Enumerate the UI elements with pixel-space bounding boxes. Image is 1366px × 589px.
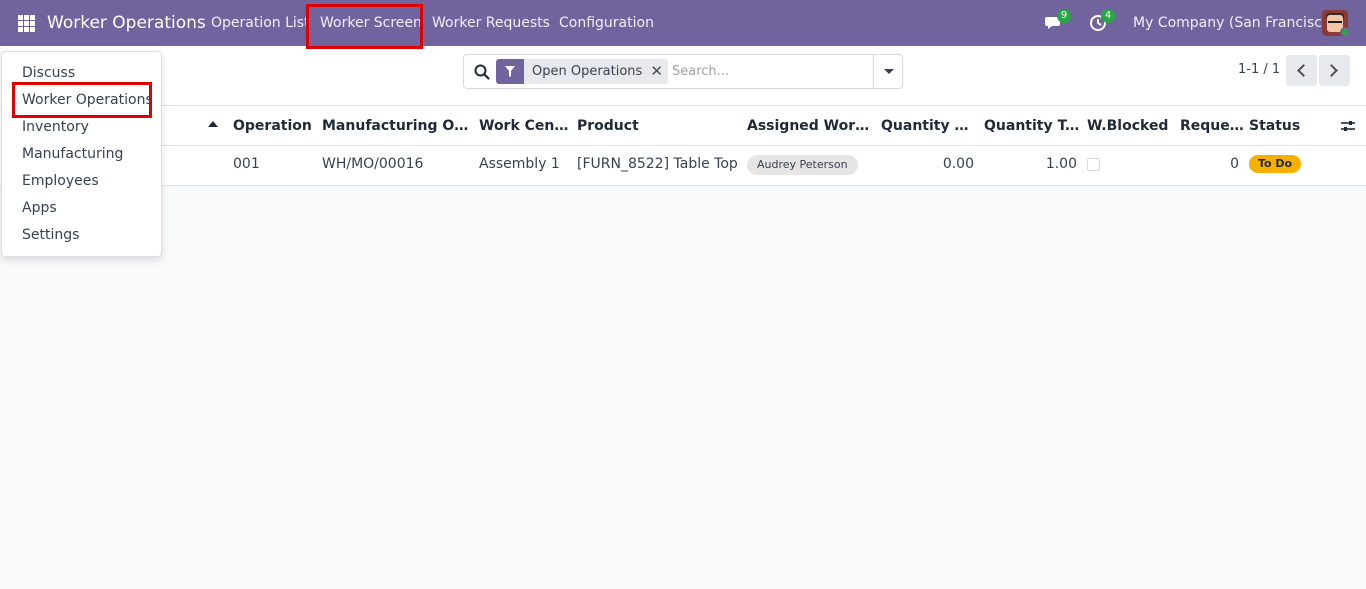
pager-value[interactable]: 1-1 / 1 — [1238, 62, 1280, 77]
facet-remove-icon[interactable]: ✕ — [650, 59, 668, 84]
assigned-worker-tag: Audrey Peterson — [747, 155, 858, 175]
facet-label: Open Operations — [532, 64, 643, 79]
cell-product: [FURN_8522] Table Top — [577, 156, 738, 172]
chevron-left-icon — [1297, 64, 1310, 77]
column-quantity-to-do[interactable]: Quantity To ... — [984, 106, 1082, 146]
pager-next-button[interactable] — [1319, 55, 1350, 86]
dropdown-item-settings[interactable]: Settings — [22, 225, 79, 245]
column-assigned-workers[interactable]: Assigned Workers — [747, 106, 877, 146]
column-work-center[interactable]: Work Center — [479, 106, 574, 146]
messages-icon[interactable]: 9 — [1045, 9, 1071, 33]
dropdown-item-inventory[interactable]: Inventory — [22, 117, 89, 137]
app-brand[interactable]: Worker Operations — [47, 0, 206, 46]
search-input[interactable] — [672, 59, 872, 84]
messages-badge: 9 — [1057, 9, 1071, 23]
activities-icon[interactable]: 4 — [1089, 9, 1115, 33]
pager-previous-button[interactable] — [1286, 55, 1317, 86]
dropdown-item-apps[interactable]: Apps — [22, 198, 57, 218]
cell-work-center: Assembly 1 — [479, 156, 560, 172]
cell-operation: 001 — [233, 156, 260, 172]
dropdown-item-manufacturing[interactable]: Manufacturing — [22, 144, 123, 164]
online-status-icon — [1340, 27, 1350, 37]
column-product[interactable]: Product — [577, 106, 742, 146]
column-status[interactable]: Status — [1249, 106, 1309, 146]
control-panel: Open Operations ✕ 1-1 / 1 — [0, 46, 1366, 106]
column-manufacturing-order[interactable]: Manufacturing Order — [322, 106, 474, 146]
optional-columns-icon[interactable] — [1340, 118, 1356, 134]
cell-requests: 0 — [1230, 156, 1239, 172]
search-options-toggle[interactable] — [873, 55, 903, 88]
search-icon[interactable] — [474, 64, 490, 80]
column-operation[interactable]: Operation — [233, 106, 318, 146]
company-switcher[interactable]: My Company (San Francisco) — [1133, 0, 1336, 46]
table-header: Operation Manufacturing Order Work Cente… — [0, 106, 1366, 146]
status-badge: To Do — [1249, 155, 1302, 173]
caret-down-icon — [884, 69, 894, 74]
column-quantity-done[interactable]: Quantity Do... — [881, 106, 978, 146]
cell-quantity-done: 0.00 — [942, 156, 974, 172]
cell-quantity-to-do: 1.00 — [1045, 156, 1077, 172]
cell-manufacturing-order: WH/MO/00016 — [322, 156, 424, 172]
sort-ascending-icon[interactable] — [208, 121, 218, 127]
menu-worker-requests[interactable]: Worker Requests — [432, 0, 550, 46]
w-blocked-checkbox[interactable] — [1087, 158, 1100, 171]
apps-menu-icon[interactable] — [18, 15, 35, 32]
top-navbar: Worker Operations Operation List Worker … — [0, 0, 1366, 46]
worker-screen-highlight — [306, 4, 423, 49]
search-bar[interactable]: Open Operations ✕ — [463, 54, 903, 89]
search-facet: Open Operations ✕ — [496, 59, 669, 84]
menu-operation-list[interactable]: Operation List — [211, 0, 310, 46]
column-w-blocked[interactable]: W.Blocked — [1087, 106, 1172, 146]
column-requests[interactable]: Requests — [1180, 106, 1244, 146]
table-row[interactable]: 001 WH/MO/00016 Assembly 1 [FURN_8522] T… — [0, 146, 1366, 186]
dropdown-item-discuss[interactable]: Discuss — [22, 63, 75, 83]
chevron-right-icon — [1325, 64, 1338, 77]
menu-configuration[interactable]: Configuration — [559, 0, 654, 46]
dropdown-item-employees[interactable]: Employees — [22, 171, 99, 191]
filter-icon — [496, 59, 524, 84]
activities-badge: 4 — [1101, 9, 1115, 23]
worker-operations-highlight — [12, 82, 152, 118]
